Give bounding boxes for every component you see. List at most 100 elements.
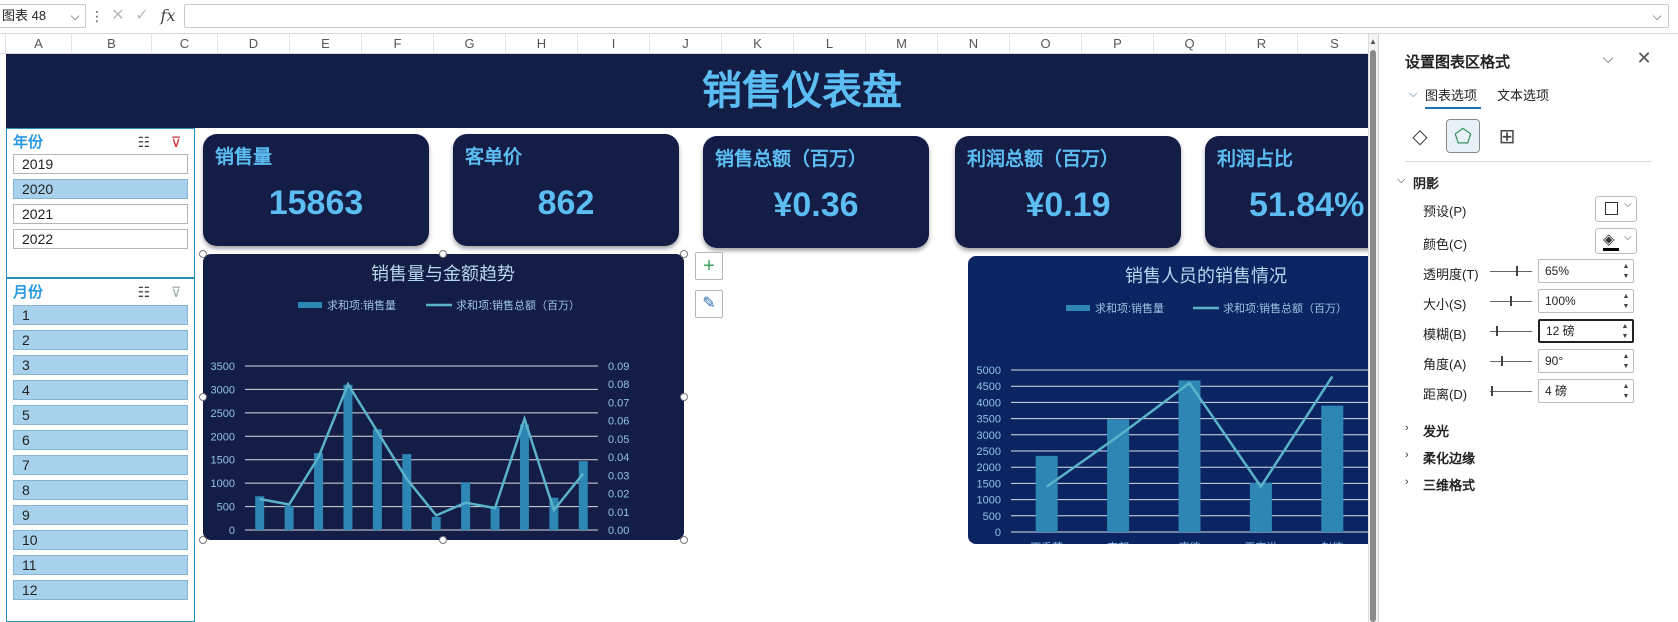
scroll-up-icon[interactable]: ▲ — [1368, 36, 1378, 48]
spin-down-icon[interactable]: ▼ — [1621, 332, 1629, 341]
more-options-icon[interactable]: ⋮ — [90, 6, 104, 26]
resize-handle[interactable] — [439, 536, 447, 544]
clear-filter-icon[interactable]: ⊽ — [167, 283, 185, 301]
column-header[interactable]: K — [722, 34, 794, 54]
column-header[interactable]: Q — [1154, 34, 1226, 54]
column-header[interactable]: H — [506, 34, 578, 54]
shadow-preset-button[interactable]: ⌵ — [1595, 196, 1637, 222]
slicer-item-selected[interactable]: 12 — [13, 580, 188, 600]
slider-thumb[interactable] — [1491, 386, 1493, 396]
kpi-card-unit-price[interactable]: 客单价 862 — [453, 134, 679, 246]
chart-elements-button[interactable]: + — [695, 252, 723, 280]
chart-styles-button[interactable]: ✎ — [695, 290, 723, 318]
clear-filter-icon[interactable]: ⊽ — [167, 133, 185, 151]
column-header[interactable]: S — [1298, 34, 1372, 54]
column-header[interactable]: M — [866, 34, 938, 54]
section-3d-format[interactable]: 三维格式 — [1423, 475, 1475, 494]
slicer-item-selected[interactable]: 1 — [13, 305, 188, 325]
section-glow[interactable]: 发光 — [1423, 421, 1449, 440]
size-properties-icon[interactable]: ⊞ — [1491, 121, 1523, 153]
chevron-down-icon[interactable]: ⌵ — [1397, 174, 1405, 187]
cancel-entry-icon[interactable]: ✕ — [108, 6, 128, 26]
worksheet[interactable]: 销售仪表盘 年份 ☷ ⊽ 2019 2020 2021 2022 月份 ☷ ⊽ … — [0, 54, 1368, 622]
name-box-dropdown-icon[interactable]: ⌵ — [66, 6, 84, 26]
enter-entry-icon[interactable]: ✓ — [132, 6, 152, 26]
effects-icon[interactable]: ⬠ — [1447, 121, 1479, 153]
slider-thumb[interactable] — [1501, 356, 1503, 366]
angle-input[interactable]: 90° ▲ ▼ — [1538, 349, 1634, 373]
insert-function-icon[interactable]: fx — [156, 4, 180, 28]
slicer-item[interactable]: 2021 — [13, 204, 188, 224]
spin-down-icon[interactable]: ▼ — [1622, 302, 1630, 311]
spin-down-icon[interactable]: ▼ — [1622, 272, 1630, 281]
scrollbar-thumb[interactable] — [1370, 50, 1376, 622]
resize-handle[interactable] — [199, 250, 207, 258]
slicer-item-selected[interactable]: 10 — [13, 530, 188, 550]
pane-options-chevron-icon[interactable]: ⌵ — [1598, 48, 1618, 68]
slicer-item-selected[interactable]: 4 — [13, 380, 188, 400]
column-header[interactable]: C — [152, 34, 218, 54]
transparency-slider[interactable] — [1490, 271, 1532, 272]
slicer-item-selected[interactable]: 5 — [13, 405, 188, 425]
chevron-right-icon[interactable]: › — [1405, 476, 1409, 488]
column-header[interactable]: I — [578, 34, 650, 54]
spin-up-icon[interactable]: ▲ — [1622, 292, 1630, 301]
slicer-item-selected[interactable]: 6 — [13, 430, 188, 450]
resize-handle[interactable] — [199, 536, 207, 544]
column-header[interactable]: B — [72, 34, 152, 54]
angle-slider[interactable] — [1490, 361, 1532, 362]
multi-select-icon[interactable]: ☷ — [135, 283, 153, 301]
slicer-item-selected[interactable]: 2 — [13, 330, 188, 350]
distance-input[interactable]: 4 磅 ▲ ▼ — [1538, 379, 1634, 403]
spin-up-icon[interactable]: ▲ — [1621, 322, 1629, 331]
column-header[interactable]: O — [1010, 34, 1082, 54]
shadow-color-button[interactable]: ◈ ⌵ — [1595, 228, 1637, 254]
column-header[interactable]: A — [6, 34, 72, 54]
slider-thumb[interactable] — [1516, 266, 1518, 276]
spin-down-icon[interactable]: ▼ — [1622, 392, 1630, 401]
column-header[interactable]: E — [290, 34, 362, 54]
sales-trend-chart[interactable]: 销售量与金额趋势 求和项:销售量 求和项:销售总额（百万） 0 500 1000 15… — [203, 254, 684, 552]
formula-input[interactable] — [184, 4, 1669, 28]
multi-select-icon[interactable]: ☷ — [135, 133, 153, 151]
resize-handle[interactable] — [439, 250, 447, 258]
blur-input[interactable]: 12 磅 ▲ ▼ — [1538, 319, 1634, 343]
resize-handle[interactable] — [680, 393, 688, 401]
spin-up-icon[interactable]: ▲ — [1622, 382, 1630, 391]
resize-handle[interactable] — [680, 536, 688, 544]
size-input[interactable]: 100% ▲ ▼ — [1538, 289, 1634, 313]
transparency-input[interactable]: 65% ▲ ▼ — [1538, 259, 1634, 283]
column-header[interactable]: D — [218, 34, 290, 54]
column-header[interactable]: L — [794, 34, 866, 54]
spin-down-icon[interactable]: ▼ — [1622, 362, 1630, 371]
salesperson-chart[interactable]: 销售人员的销售情况 求和项:销售量 求和项:销售总额（百万） 0 500 1000 1… — [968, 256, 1368, 554]
fill-line-icon[interactable]: ◇ — [1404, 121, 1436, 153]
kpi-card-profit-total[interactable]: 利润总额（百万） ¥0.19 — [955, 136, 1181, 248]
spin-up-icon[interactable]: ▲ — [1622, 352, 1630, 361]
spin-up-icon[interactable]: ▲ — [1622, 262, 1630, 271]
column-header[interactable]: F — [362, 34, 434, 54]
kpi-card-sales-total[interactable]: 销售总额（百万） ¥0.36 — [703, 136, 929, 248]
kpi-card-sales-volume[interactable]: 销售量 15863 — [203, 134, 429, 246]
tab-chart-options[interactable]: 图表选项 — [1425, 85, 1477, 104]
chevron-right-icon[interactable]: › — [1405, 422, 1409, 434]
close-icon[interactable]: ✕ — [1634, 48, 1654, 68]
slicer-item-selected[interactable]: 8 — [13, 480, 188, 500]
section-shadow[interactable]: 阴影 — [1413, 173, 1439, 192]
slider-thumb[interactable] — [1496, 326, 1498, 336]
distance-slider[interactable] — [1490, 391, 1532, 392]
tab-text-options[interactable]: 文本选项 — [1497, 85, 1549, 104]
resize-handle[interactable] — [680, 250, 688, 258]
kpi-card-profit-ratio[interactable]: 利润占比 51.84% — [1205, 136, 1368, 248]
column-header[interactable]: G — [434, 34, 506, 54]
column-header[interactable]: N — [938, 34, 1010, 54]
slicer-item-selected[interactable]: 2020 — [13, 179, 188, 199]
slicer-item[interactable]: 2022 — [13, 229, 188, 249]
slicer-item[interactable]: 2019 — [13, 154, 188, 174]
column-header[interactable]: P — [1082, 34, 1154, 54]
slicer-item-selected[interactable]: 7 — [13, 455, 188, 475]
expand-formula-icon[interactable]: ⌵ — [1646, 5, 1668, 27]
resize-handle[interactable] — [199, 393, 207, 401]
slicer-item-selected[interactable]: 11 — [13, 555, 188, 575]
section-soft-edges[interactable]: 柔化边缘 — [1423, 448, 1475, 467]
